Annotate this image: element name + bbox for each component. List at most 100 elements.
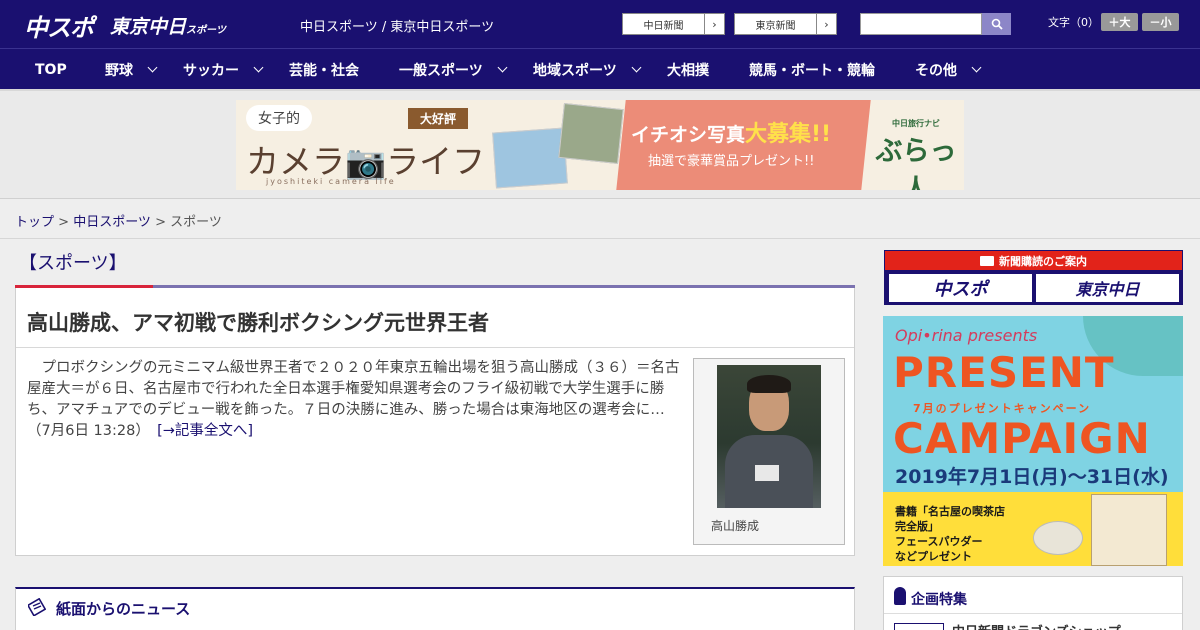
newspaper-icon bbox=[28, 598, 46, 616]
navi-big-text: ぶらっ人 bbox=[875, 136, 957, 190]
ad-present: PRESENT bbox=[893, 348, 1115, 397]
nav-label: 芸能・社会 bbox=[289, 62, 359, 79]
font-larger-button[interactable]: ＋大 bbox=[1101, 13, 1138, 31]
subscription-header: 新聞購読のご案内 bbox=[885, 251, 1182, 270]
nav-label: TOP bbox=[35, 61, 67, 78]
nav-item-racing[interactable]: 競馬・ボート・競輪 bbox=[749, 49, 875, 90]
nav-item-soccer[interactable]: サッカー bbox=[183, 49, 264, 90]
feature-thumb bbox=[894, 623, 944, 630]
tokyo-shimbun-button[interactable]: 東京新聞 › bbox=[734, 13, 837, 35]
article-summary: プロボクシングの元ミニマム級世界王者で２０２０年東京五輪出場を狙う高山勝成（３６… bbox=[27, 360, 680, 439]
search-button[interactable] bbox=[982, 13, 1011, 35]
article-body: プロボクシングの元ミニマム級世界王者で２０２０年東京五輪出場を狙う高山勝成（３６… bbox=[27, 358, 687, 442]
banner-bubble: 女子的 bbox=[246, 105, 312, 131]
ad-campaign: CAMPAIGN bbox=[893, 414, 1151, 463]
feature-item-dragons-shop[interactable]: 中日新聞ドラゴンズショップ bbox=[952, 621, 1121, 630]
breadcrumb-sep: > bbox=[54, 215, 74, 230]
chevron-right-icon: › bbox=[816, 14, 836, 34]
ad-product-line: などプレゼント bbox=[895, 550, 972, 563]
tokyo-chunichi-logo[interactable]: 東京中日スポーツ bbox=[110, 12, 226, 39]
nav-item-entertainment[interactable]: 芸能・社会 bbox=[289, 49, 359, 90]
nav-label: 野球 bbox=[105, 62, 133, 79]
breadcrumb-parent[interactable]: 中日スポーツ bbox=[73, 215, 151, 230]
photo-hair bbox=[747, 375, 791, 393]
site-link[interactable]: 中日スポーツ / 東京中日スポーツ bbox=[300, 16, 494, 35]
nav-label: 大相撲 bbox=[667, 62, 709, 79]
ribbon-icon bbox=[894, 587, 906, 605]
chevron-down-icon bbox=[971, 62, 982, 73]
camera-life-banner[interactable]: 女子的 大好評 カメラ📷ライフ jyoshiteki camera life イ… bbox=[236, 100, 964, 190]
nav-item-top[interactable]: TOP bbox=[35, 49, 67, 90]
nav-item-local-sports[interactable]: 地域スポーツ bbox=[533, 49, 642, 90]
paper-news-section: 紙面からのニュース bbox=[15, 587, 855, 630]
ad-date: 2019年7月1日(月)〜31日(水) bbox=[895, 466, 1169, 488]
banner-title: カメラ📷ライフ bbox=[246, 142, 486, 181]
banner-headline-big: 大募集!! bbox=[745, 122, 832, 147]
banner-photo bbox=[558, 103, 624, 164]
photo-caption: 高山勝成 bbox=[711, 519, 760, 533]
top-header: 中スポ 東京中日スポーツ 中日スポーツ / 東京中日スポーツ 中日新聞 › 東京… bbox=[0, 0, 1200, 48]
article-photo-box: 高山勝成 bbox=[693, 358, 845, 545]
nav-label: 競馬・ボート・競輪 bbox=[749, 62, 875, 79]
navi-small-text: 中日旅行ナビ bbox=[892, 119, 940, 128]
tokyo-shimbun-label: 東京新聞 bbox=[755, 20, 796, 32]
chunichi-shimbun-label: 中日新聞 bbox=[643, 20, 684, 32]
chuspo-logo[interactable]: 中スポ bbox=[24, 8, 94, 43]
font-size-label: 文字（0） bbox=[1048, 16, 1099, 29]
chunichi-shimbun-button[interactable]: 中日新聞 › bbox=[622, 13, 725, 35]
chevron-down-icon bbox=[253, 62, 264, 73]
breadcrumb-bar: トップ > 中日スポーツ > スポーツ bbox=[0, 200, 1200, 239]
section-title: 【スポーツ】 bbox=[19, 253, 127, 274]
breadcrumb-sep: > bbox=[150, 215, 171, 230]
read-more-link[interactable]: [→記事全文へ] bbox=[157, 423, 253, 439]
book-image bbox=[1091, 494, 1167, 566]
subscription-box: 新聞購読のご案内 中スポ 東京中日 bbox=[884, 250, 1183, 305]
photo-bib bbox=[755, 465, 779, 481]
ad-product-line: フェースパウダー bbox=[895, 535, 983, 548]
breadcrumb-current: スポーツ bbox=[170, 215, 222, 230]
main-nav: TOP 野球 サッカー 芸能・社会 一般スポーツ 地域スポーツ 大相撲 競馬・ボ… bbox=[0, 48, 1200, 89]
chevron-right-icon: › bbox=[704, 14, 724, 34]
nav-label: 地域スポーツ bbox=[533, 62, 617, 79]
nav-item-baseball[interactable]: 野球 bbox=[105, 49, 158, 90]
chevron-down-icon bbox=[631, 62, 642, 73]
search-input[interactable] bbox=[860, 13, 982, 35]
subscribe-tokyo-button[interactable]: 東京中日 bbox=[1036, 274, 1179, 302]
subscription-header-text: 新聞購読のご案内 bbox=[999, 254, 1087, 268]
present-campaign-ad[interactable]: Opi•rina presents PRESENT 7月のプレゼントキャンペーン… bbox=[883, 316, 1183, 566]
banner-tag: 大好評 bbox=[408, 108, 469, 129]
nav-item-general-sports[interactable]: 一般スポーツ bbox=[399, 49, 508, 90]
nav-label: サッカー bbox=[183, 62, 239, 79]
ad-product-line: 書籍「名古屋の喫茶店 bbox=[895, 505, 1005, 518]
article-headline[interactable]: 高山勝成、アマ初戦で勝利ボクシング元世界王者 bbox=[27, 307, 489, 337]
feature-box: 企画特集 中日新聞ドラゴンズショップ bbox=[883, 576, 1183, 630]
article-card: 高山勝成、アマ初戦で勝利ボクシング元世界王者 プロボクシングの元ミニマム級世界王… bbox=[15, 288, 855, 556]
newspaper-icon bbox=[980, 255, 994, 266]
breadcrumb: トップ > 中日スポーツ > スポーツ bbox=[15, 211, 222, 230]
banner-subtitle: jyoshiteki camera life bbox=[266, 177, 396, 186]
card-divider bbox=[16, 347, 854, 348]
article-photo[interactable] bbox=[717, 365, 821, 508]
font-smaller-button[interactable]: －小 bbox=[1142, 13, 1179, 31]
breadcrumb-home[interactable]: トップ bbox=[15, 215, 54, 230]
tokyo-logo-text: 東京中日 bbox=[110, 16, 187, 38]
chevron-down-icon bbox=[497, 62, 508, 73]
nav-item-other[interactable]: その他 bbox=[915, 49, 982, 90]
powder-compact-image bbox=[1033, 521, 1083, 555]
nav-label: その他 bbox=[915, 62, 957, 79]
ad-product-text: 書籍「名古屋の喫茶店 完全版」 フェースパウダー などプレゼント bbox=[895, 504, 1005, 564]
banner-area: 女子的 大好評 カメラ📷ライフ jyoshiteki camera life イ… bbox=[0, 91, 1200, 199]
banner-photo bbox=[492, 127, 568, 189]
burattabito-logo: 中日旅行ナビ ぶらっ人 bbox=[868, 118, 964, 190]
chevron-down-icon bbox=[147, 62, 158, 73]
nav-item-sumo[interactable]: 大相撲 bbox=[667, 49, 709, 90]
ad-product-line: 完全版」 bbox=[895, 520, 939, 533]
feature-title: 企画特集 bbox=[911, 592, 967, 608]
feature-divider bbox=[884, 613, 1182, 614]
nav-label: 一般スポーツ bbox=[399, 62, 483, 79]
ad-brand: Opi•rina presents bbox=[895, 326, 1038, 345]
search-icon bbox=[991, 18, 1003, 30]
news-section-title: 紙面からのニュース bbox=[56, 600, 191, 618]
subscribe-chuspo-button[interactable]: 中スポ bbox=[889, 274, 1032, 302]
banner-headline: イチオシ写真大募集!! bbox=[631, 116, 831, 148]
